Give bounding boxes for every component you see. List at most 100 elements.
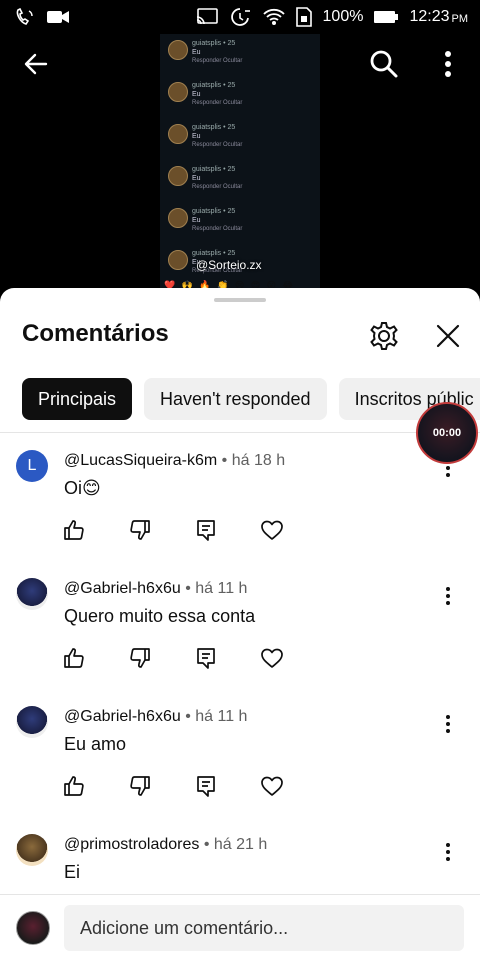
gear-icon — [368, 320, 400, 352]
back-button[interactable] — [20, 48, 52, 80]
dislike-button[interactable] — [128, 646, 152, 670]
thumb-down-icon — [128, 774, 152, 798]
thumb-down-icon — [128, 518, 152, 542]
reply-icon — [194, 774, 218, 798]
heart-button[interactable] — [260, 774, 284, 798]
comment-time: há 11 h — [195, 708, 248, 725]
comment-text: Quero muito essa conta — [64, 606, 256, 626]
cast-icon — [195, 7, 219, 27]
comment-input[interactable]: Adicione um comentário... — [64, 905, 464, 951]
reply-button[interactable] — [194, 518, 218, 542]
like-button[interactable] — [62, 518, 86, 542]
video-comment-row: guiatsplis • 25 Eu Responder Ocultar — [168, 208, 308, 238]
comment-more-button[interactable] — [436, 840, 460, 864]
comment-input-bar: Adicione um comentário... — [0, 894, 480, 960]
reply-button[interactable] — [194, 774, 218, 798]
comment-actions — [62, 518, 284, 542]
video-row-text: Eu — [192, 49, 201, 56]
comment-item: L @LucasSiqueira-k6m • há 18 h Oi😊 — [0, 434, 480, 562]
comment-text: Oi😊 — [64, 478, 101, 498]
video-frame: guiatsplis • 25 Eu Responder Ocultar gui… — [160, 34, 320, 294]
more-vert-icon — [443, 50, 453, 78]
thumb-up-icon — [62, 518, 86, 542]
comment-author[interactable]: @Gabriel-h6x6u — [64, 580, 181, 597]
comment-more-button[interactable] — [436, 712, 460, 736]
dislike-button[interactable] — [128, 774, 152, 798]
comment-item: @Gabriel-h6x6u • há 11 h Eu amo — [0, 690, 480, 818]
more-options-button[interactable] — [432, 48, 464, 80]
like-button[interactable] — [62, 646, 86, 670]
reply-icon — [194, 518, 218, 542]
chip-havent-responded[interactable]: Haven't responded — [144, 378, 327, 420]
filter-chips: Principais Haven't responded Inscritos p… — [22, 378, 480, 420]
video-row-actions: Responder Ocultar — [192, 142, 243, 148]
chip-principais[interactable]: Principais — [22, 378, 133, 420]
user-avatar[interactable] — [16, 911, 50, 945]
video-row-text: Eu — [192, 91, 201, 98]
avatar[interactable] — [16, 578, 48, 610]
clock-ampm: PM — [451, 12, 469, 25]
comment-more-button[interactable] — [436, 584, 460, 608]
comment-author[interactable]: @LucasSiqueira-k6m — [64, 452, 217, 469]
heart-icon — [260, 518, 284, 542]
sim-icon — [295, 7, 313, 27]
heart-icon — [260, 646, 284, 670]
video-player[interactable]: guiatsplis • 25 Eu Responder Ocultar gui… — [0, 34, 480, 294]
comment-time: há 18 h — [231, 452, 286, 469]
avatar[interactable]: L — [16, 450, 48, 482]
video-row-actions: Responder Ocultar — [192, 226, 243, 232]
video-row-text: Eu — [192, 175, 201, 182]
video-avatar — [168, 40, 188, 60]
heart-button[interactable] — [260, 518, 284, 542]
video-row-name: guiatsplis • 25 — [192, 124, 236, 131]
video-row-actions: Responder Ocultar — [192, 58, 243, 64]
thumb-up-icon — [62, 646, 86, 670]
search-button[interactable] — [368, 48, 400, 80]
reply-icon — [194, 646, 218, 670]
video-comment-row: guiatsplis • 25 Eu Responder Ocultar — [168, 40, 308, 70]
close-button[interactable] — [432, 320, 464, 352]
battery-icon — [373, 9, 399, 25]
alarm-icon — [229, 7, 253, 27]
settings-button[interactable] — [368, 320, 400, 352]
arrow-left-icon — [22, 50, 50, 78]
search-icon — [369, 49, 399, 79]
comment-meta: @Gabriel-h6x6u • há 11 h — [64, 708, 248, 725]
comment-author[interactable]: @Gabriel-h6x6u — [64, 708, 181, 725]
comment-text: Ei — [64, 862, 81, 882]
avatar[interactable] — [16, 706, 48, 738]
status-bar: 100% 12:23 PM — [0, 0, 480, 34]
more-vert-icon — [436, 840, 460, 864]
comment-meta: @primostroladores • há 21 h — [64, 836, 268, 853]
heart-button[interactable] — [260, 646, 284, 670]
video-row-name: guiatsplis • 25 — [192, 166, 236, 173]
battery-percent: 100% — [322, 8, 364, 25]
comment-item: @Gabriel-h6x6u • há 11 h Quero muito ess… — [0, 562, 480, 690]
video-avatar — [168, 208, 188, 228]
video-avatar — [168, 124, 188, 144]
divider — [0, 432, 480, 433]
comment-time: há 21 h — [213, 836, 268, 853]
floating-timer-badge[interactable]: 00:00 — [416, 402, 478, 464]
comments-sheet: Comentários Principais Haven't responded… — [0, 288, 480, 960]
drag-handle[interactable] — [214, 298, 266, 302]
dislike-button[interactable] — [128, 518, 152, 542]
status-left — [14, 8, 70, 26]
reply-button[interactable] — [194, 646, 218, 670]
video-avatar — [168, 82, 188, 102]
avatar[interactable] — [16, 834, 48, 866]
video-row-name: guiatsplis • 25 — [192, 250, 236, 257]
comment-actions — [62, 646, 284, 670]
comment-actions — [62, 774, 284, 798]
video-row-actions: Responder Ocultar — [192, 100, 243, 106]
close-icon — [432, 320, 464, 352]
comment-meta: @LucasSiqueira-k6m • há 18 h — [64, 452, 286, 469]
comment-author[interactable]: @primostroladores — [64, 836, 199, 853]
video-comment-row: guiatsplis • 25 Eu Responder Ocultar — [168, 82, 308, 112]
status-right: 100% 12:23 PM — [195, 7, 468, 27]
clock: 12:23 — [409, 8, 450, 25]
thumb-down-icon — [128, 646, 152, 670]
like-button[interactable] — [62, 774, 86, 798]
video-row-name: guiatsplis • 25 — [192, 208, 236, 215]
video-comment-row: guiatsplis • 25 Eu Responder Ocultar — [168, 124, 308, 154]
